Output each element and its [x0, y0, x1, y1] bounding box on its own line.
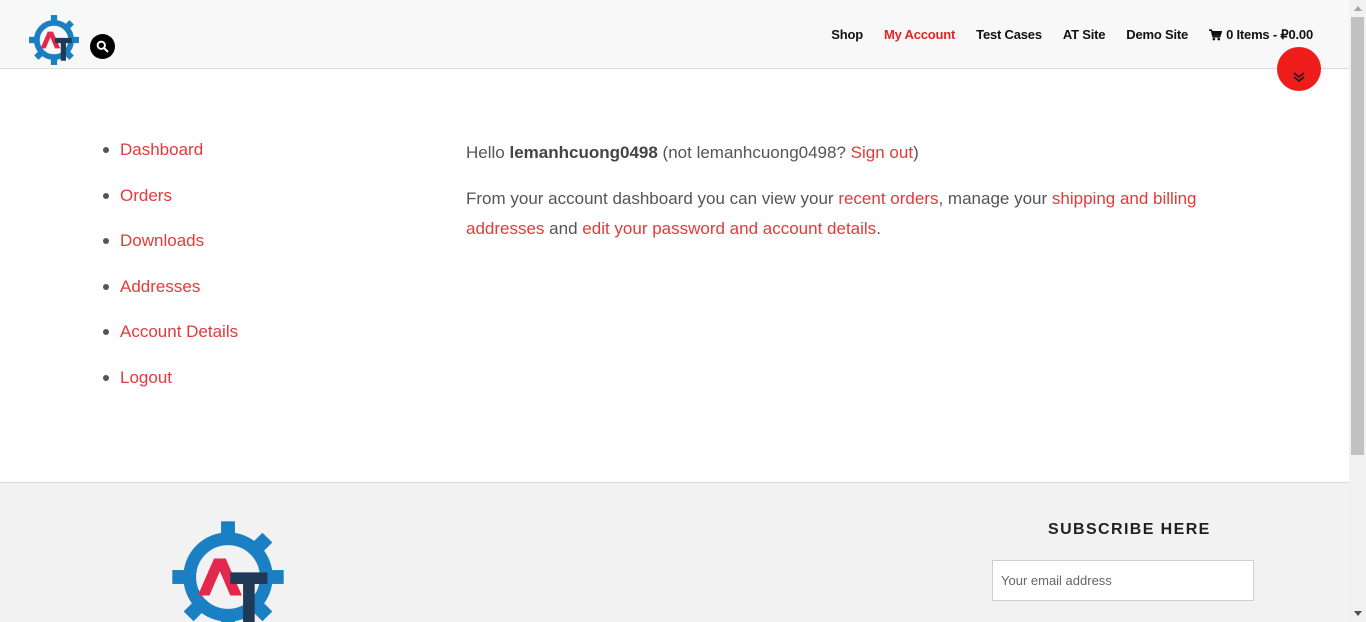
- intro-text: From your account dashboard you can view…: [466, 189, 834, 208]
- scroll-down-arrow[interactable]: [1349, 605, 1366, 622]
- nav-demo-site[interactable]: Demo Site: [1126, 26, 1188, 44]
- greeting-hello: Hello: [466, 143, 505, 162]
- scroll-down-toggle[interactable]: [1277, 47, 1321, 91]
- nav-my-account[interactable]: My Account: [884, 26, 955, 44]
- intro-and: and: [549, 219, 578, 238]
- greeting-close: ): [913, 143, 919, 162]
- nav-cart[interactable]: 0 Items - ₽0.00: [1209, 26, 1313, 44]
- cart-icon: [1209, 29, 1223, 41]
- nav-test-cases[interactable]: Test Cases: [976, 26, 1042, 44]
- nav-at-site[interactable]: AT Site: [1063, 26, 1106, 44]
- dashboard-intro: From your account dashboard you can view…: [466, 184, 1206, 244]
- greeting-not: (not: [662, 143, 692, 162]
- account-nav-orders[interactable]: Orders: [102, 184, 238, 230]
- account-nav-dashboard[interactable]: Dashboard: [102, 138, 238, 184]
- subscribe-heading: SUBSCRIBE HERE: [1048, 521, 1211, 538]
- account-nav-logout[interactable]: Logout: [102, 366, 238, 412]
- site-header: Shop My Account Test Cases AT Site Demo …: [0, 0, 1349, 69]
- site-footer: SUBSCRIBE HERE: [0, 482, 1349, 622]
- scroll-up-arrow[interactable]: [1349, 0, 1366, 17]
- intro-manage: , manage your: [938, 189, 1048, 208]
- account-details-link[interactable]: edit your password and account details: [582, 219, 876, 238]
- double-chevron-down-icon: [1293, 72, 1305, 82]
- search-icon: [96, 40, 109, 53]
- greeting-not-username: lemanhcuong0498?: [696, 143, 846, 162]
- nav-shop[interactable]: Shop: [831, 26, 863, 44]
- search-button[interactable]: [90, 34, 115, 59]
- greeting: Hello lemanhcuong0498 (not lemanhcuong04…: [466, 138, 1206, 168]
- cart-summary: 0 Items - ₽0.00: [1226, 27, 1313, 42]
- sign-out-link[interactable]: Sign out: [851, 143, 913, 162]
- footer-logo[interactable]: [170, 519, 286, 622]
- page: Shop My Account Test Cases AT Site Demo …: [0, 0, 1366, 622]
- account-nav-account-details[interactable]: Account Details: [102, 320, 238, 366]
- account-navigation: Dashboard Orders Downloads Addresses Acc…: [102, 138, 238, 412]
- account-nav-addresses[interactable]: Addresses: [102, 275, 238, 321]
- site-logo[interactable]: [28, 14, 80, 66]
- account-dashboard-content: Hello lemanhcuong0498 (not lemanhcuong04…: [466, 138, 1206, 260]
- page-scrollbar[interactable]: [1349, 0, 1366, 622]
- scrollbar-thumb[interactable]: [1351, 17, 1364, 455]
- recent-orders-link[interactable]: recent orders: [838, 189, 938, 208]
- arrow-down-icon: [1353, 611, 1362, 616]
- username: lemanhcuong0498: [509, 143, 658, 162]
- intro-period: .: [876, 219, 881, 238]
- account-nav-downloads[interactable]: Downloads: [102, 229, 238, 275]
- main-nav: Shop My Account Test Cases AT Site Demo …: [810, 26, 1313, 44]
- arrow-up-icon: [1353, 6, 1362, 11]
- subscribe-email-input[interactable]: [992, 560, 1254, 601]
